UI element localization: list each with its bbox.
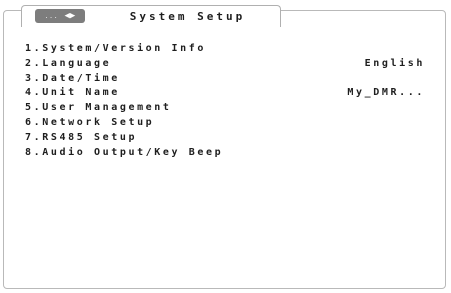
- menu-item-date-time[interactable]: 3.Date/Time: [25, 72, 425, 87]
- menu-item-label: 7.RS485 Setup: [25, 131, 138, 143]
- menu-item-label: 6.Network Setup: [25, 116, 155, 128]
- back-button-dots: ...: [44, 13, 59, 20]
- menu-item-label: 8.Audio Output/Key Beep: [25, 146, 224, 158]
- menu-item-label: 3.Date/Time: [25, 72, 120, 84]
- menu-item-language[interactable]: 2.Language English: [25, 57, 425, 72]
- menu-item-unit-name[interactable]: 4.Unit Name My_DMR...: [25, 86, 425, 101]
- language-value: English: [364, 57, 425, 69]
- page-title: System Setup: [129, 10, 246, 23]
- menu-item-audio-output-key-beep[interactable]: 8.Audio Output/Key Beep: [25, 146, 425, 161]
- menu-item-network-setup[interactable]: 6.Network Setup: [25, 116, 425, 131]
- menu-item-label: 4.Unit Name: [25, 87, 120, 99]
- left-right-arrows-icon: ◀▶: [64, 11, 76, 21]
- menu-item-label: 2.Language: [25, 57, 112, 69]
- menu-item-rs485-setup[interactable]: 7.RS485 Setup: [25, 131, 425, 146]
- back-button[interactable]: ... ◀▶: [35, 9, 85, 23]
- menu-item-label: 1.System/Version Info: [25, 43, 207, 54]
- system-setup-menu: 1.System/Version Info 2.Language English…: [25, 42, 425, 160]
- menu-item-user-management[interactable]: 5.User Management: [25, 101, 425, 116]
- menu-item-label: 5.User Management: [25, 102, 172, 114]
- menu-item-system-version-info[interactable]: 1.System/Version Info: [25, 42, 425, 57]
- unit-name-value: My_DMR...: [347, 87, 425, 99]
